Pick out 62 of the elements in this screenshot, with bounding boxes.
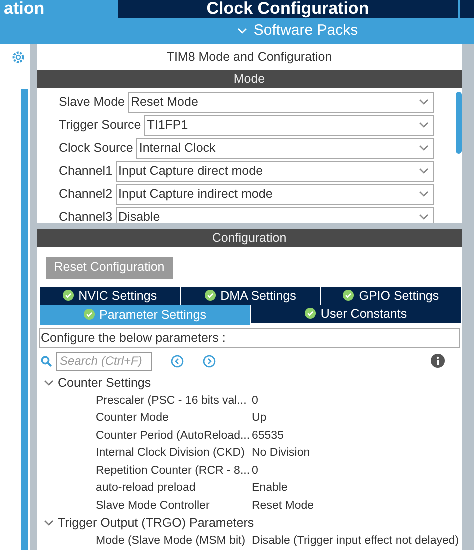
parameter-name: Mode (Slave Mode (MSM bit) — [96, 534, 247, 549]
parameter-value[interactable]: 0 — [252, 392, 258, 410]
chevron-down-icon[interactable] — [44, 520, 54, 528]
dropdown[interactable]: Input Capture indirect mode — [116, 184, 434, 206]
chevron-down-icon — [419, 122, 429, 130]
parameter-name: auto-reload preload — [96, 481, 197, 496]
settings-tab[interactable]: NVIC Settings — [40, 286, 181, 305]
parameter-value[interactable]: Enable — [252, 480, 288, 498]
parameter-value[interactable]: Reset Mode — [252, 498, 314, 515]
settings-tab[interactable]: User Constants — [251, 304, 462, 323]
check-icon — [62, 290, 74, 302]
field-label: Channel1 — [59, 163, 113, 180]
chevron-down-icon — [236, 28, 249, 34]
field-label: Slave Mode — [59, 94, 126, 112]
field-label: Clock Source — [59, 140, 134, 158]
group-label: Trigger Output (TRGO) Parameters — [58, 515, 254, 532]
check-icon — [304, 308, 316, 320]
chevron-down-icon[interactable] — [44, 380, 54, 388]
parameter-name: Prescaler (PSC - 16 bits val... — [96, 394, 248, 409]
top-tab[interactable]: Clock Configuration — [118, 0, 460, 18]
parameter-value[interactable]: No Division — [252, 445, 310, 462]
parameter-name: Internal Clock Division (CKD) — [96, 446, 246, 462]
scrollbar-track[interactable] — [462, 44, 474, 550]
parameter-name: Counter Period (AutoReload... — [96, 428, 248, 444]
dropdown[interactable]: Disable — [116, 207, 434, 223]
check-icon — [204, 290, 216, 302]
parameter-value[interactable]: Disable (Trigger input effect not delayed) — [252, 532, 460, 550]
chevron-down-icon — [419, 214, 429, 222]
chevron-down-icon — [419, 145, 429, 152]
parameter-value[interactable]: 0 — [252, 462, 258, 480]
chevron-down-icon — [419, 191, 429, 198]
field-label: Channel3 — [59, 209, 113, 223]
dropdown[interactable]: TI1FP1 — [144, 115, 434, 136]
check-icon — [343, 290, 354, 302]
settings-icon[interactable] — [11, 50, 26, 65]
parameter-name: Slave Mode Controller — [96, 498, 211, 514]
info-icon[interactable] — [431, 354, 445, 368]
section-header: Configuration — [37, 228, 462, 247]
field-label: Channel2 — [59, 186, 113, 204]
parameter-value[interactable]: 65535 — [252, 428, 284, 445]
check-icon — [84, 309, 94, 320]
previous-icon[interactable] — [171, 354, 184, 368]
parameter-name: Repetition Counter (RCR - 8... — [96, 464, 248, 479]
chevron-down-icon — [419, 99, 429, 106]
section-header: Mode — [37, 70, 462, 88]
dropdown[interactable]: Internal Clock — [136, 138, 434, 160]
parameter-name: Counter Mode — [96, 411, 170, 426]
search-icon — [41, 356, 52, 367]
settings-tab[interactable]: GPIO Settings — [321, 286, 462, 305]
panel-title: TIM8 Mode and Configuration — [166, 48, 334, 66]
scrollbar[interactable] — [21, 89, 28, 550]
search-field[interactable]: Search (Ctrl+F) — [56, 352, 152, 371]
parameter-value[interactable]: Up — [252, 410, 267, 428]
chevron-down-icon — [419, 168, 429, 176]
field-label: Trigger Source — [59, 117, 142, 134]
scrollbar[interactable] — [456, 92, 462, 154]
description-text: Configure the below parameters : — [39, 328, 460, 348]
settings-tab[interactable]: DMA Settings — [180, 286, 322, 305]
dropdown[interactable]: Input Capture direct mode — [116, 161, 434, 182]
group-label: Counter Settings — [58, 375, 152, 392]
next-icon[interactable] — [203, 354, 216, 368]
dropdown[interactable]: Reset Mode — [128, 92, 434, 114]
